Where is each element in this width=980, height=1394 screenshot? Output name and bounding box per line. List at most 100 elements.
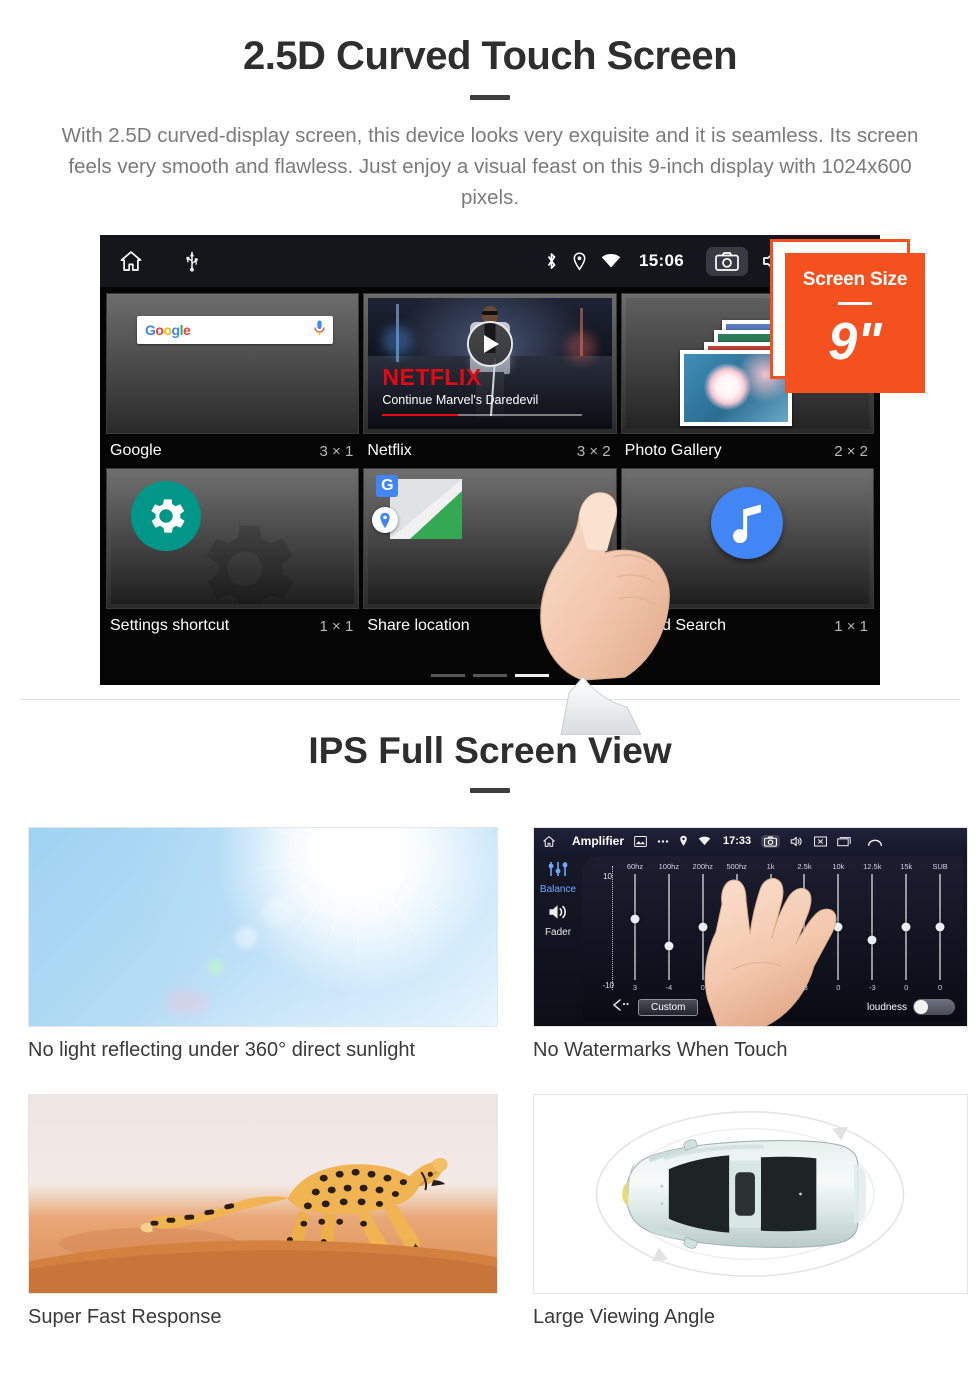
section-ips-full-screen-view: IPS Full Screen View No light reflecting… xyxy=(0,700,980,1329)
location-icon[interactable] xyxy=(679,835,688,847)
feature-caption: No Watermarks When Touch xyxy=(533,1039,788,1061)
amplifier-ui: Amplifier 17:33 Balance Fader 10 -10 60h… xyxy=(534,828,967,1026)
widget-row-2: Settings shortcut 1 × 1 G Share location… xyxy=(106,468,874,643)
recents-icon[interactable] xyxy=(837,836,852,847)
widget-size: 1 × 1 xyxy=(834,617,868,635)
touching-hand-illustration xyxy=(702,874,852,1026)
map-card-icon xyxy=(390,479,463,539)
widget-row-1: Google Google 3 × 1 NETFLIX Continue Mar… xyxy=(106,293,874,468)
badge-label: Screen Size xyxy=(802,269,908,290)
widget-google-preview[interactable]: Google xyxy=(106,293,360,434)
feature-caption: No light reflecting under 360° direct su… xyxy=(28,1039,416,1061)
eq-band-value: 0 xyxy=(938,983,943,992)
sound-search-artwork xyxy=(625,473,869,604)
sliders-icon xyxy=(548,862,568,876)
camera-icon[interactable] xyxy=(761,834,781,848)
eq-band-value: -4 xyxy=(665,983,673,992)
eq-band-track[interactable] xyxy=(901,874,911,980)
page-indicator[interactable] xyxy=(100,674,880,677)
widget-netflix-preview[interactable]: NETFLIX Continue Marvel's Daredevil xyxy=(363,293,617,434)
usb-icon[interactable] xyxy=(184,250,200,272)
eq-band-name: 2.5k xyxy=(797,862,812,871)
location-icon[interactable] xyxy=(572,251,587,271)
eq-band[interactable]: 60hz 3 xyxy=(618,862,652,992)
camera-icon[interactable] xyxy=(706,246,748,276)
widget-name: Google xyxy=(110,442,162,459)
widget-share-location[interactable]: G Share location 1 × 1 xyxy=(363,468,617,643)
equalizer-scale: 10 -10 xyxy=(588,864,618,992)
amplifier-title: Amplifier xyxy=(572,834,625,848)
section-description: With 2.5D curved-display screen, this de… xyxy=(61,124,919,209)
wifi-icon[interactable] xyxy=(698,836,711,846)
eq-band-name: 15k xyxy=(900,862,913,871)
music-note-icon[interactable] xyxy=(711,487,784,559)
widget-google[interactable]: Google Google 3 × 1 xyxy=(106,293,360,468)
page-dot-1[interactable] xyxy=(431,674,465,677)
search-input[interactable]: Google xyxy=(137,316,333,344)
widget-label-row: Photo Gallery 2 × 2 xyxy=(621,434,874,468)
page-dot-3[interactable] xyxy=(515,674,549,677)
home-icon[interactable] xyxy=(542,835,556,848)
widget-size: 3 × 2 xyxy=(576,442,611,460)
volume-icon[interactable] xyxy=(790,836,804,847)
badge-divider xyxy=(838,302,872,305)
top-down-car-diagram xyxy=(533,1094,968,1294)
feature-card-no-watermarks: Amplifier 17:33 Balance Fader 10 -10 60h… xyxy=(533,827,968,1062)
status-bar: 15:06 xyxy=(100,235,880,287)
eq-band-value: 3 xyxy=(632,983,638,992)
feature-caption: Super Fast Response xyxy=(28,1306,222,1328)
android-head-unit-screen: 15:06 Google Google 3 × 1 NETFLIX Contin… xyxy=(100,235,880,685)
loudness-toggle[interactable] xyxy=(913,999,955,1015)
widget-sound-search-preview[interactable] xyxy=(620,468,874,609)
widget-settings-shortcut[interactable]: Settings shortcut 1 × 1 xyxy=(106,468,360,643)
back-icon[interactable] xyxy=(866,836,884,847)
amplifier-clock: 17:33 xyxy=(723,835,752,847)
sky-gradient xyxy=(29,828,497,1026)
sidebar-item-fader[interactable]: Fader xyxy=(534,903,582,938)
page-dot-2[interactable] xyxy=(473,674,507,677)
eq-band-value: -3 xyxy=(868,983,876,992)
eq-band-name: 10k xyxy=(832,862,845,871)
car-illustration xyxy=(595,1111,905,1277)
product-page: 2.5D Curved Touch Screen With 2.5D curve… xyxy=(0,0,980,1394)
back-arrow-icon[interactable] xyxy=(612,998,630,1016)
eq-band[interactable]: SUB 0 xyxy=(923,862,957,992)
home-icon[interactable] xyxy=(118,249,144,273)
gear-icon[interactable] xyxy=(131,481,201,551)
close-icon[interactable] xyxy=(814,835,828,847)
widget-size: 3 × 1 xyxy=(319,442,354,460)
image-icon[interactable] xyxy=(634,835,647,847)
loudness-control[interactable]: loudness xyxy=(867,999,955,1015)
preset-button[interactable]: Custom xyxy=(638,998,699,1016)
bluetooth-icon[interactable] xyxy=(545,251,558,271)
widget-share-location-preview[interactable]: G xyxy=(363,468,617,609)
lens-flare xyxy=(234,927,257,949)
eq-band-track[interactable] xyxy=(935,874,945,980)
widget-label-row: Share location 1 × 1 xyxy=(363,609,616,643)
widget-settings-preview[interactable] xyxy=(106,468,360,609)
eq-band-track[interactable] xyxy=(630,874,640,980)
eq-band[interactable]: 15k 0 xyxy=(889,862,923,992)
sidebar-item-balance[interactable]: Balance xyxy=(534,860,582,895)
widget-size: 1 × 1 xyxy=(576,617,611,635)
eq-band[interactable]: 100hz -4 xyxy=(652,862,686,992)
widget-name: Share location xyxy=(367,617,470,634)
netflix-brand: NETFLIX xyxy=(382,364,482,390)
eq-band-track[interactable] xyxy=(664,874,674,980)
widget-sound-search[interactable]: Sound Search 1 × 1 xyxy=(620,468,874,643)
screen-size-badge: Screen Size 9" xyxy=(785,253,925,393)
widget-netflix[interactable]: NETFLIX Continue Marvel's Daredevil Netf… xyxy=(363,293,617,468)
eq-band-track[interactable] xyxy=(867,874,877,980)
feature-caption: Large Viewing Angle xyxy=(533,1306,715,1328)
lens-flare xyxy=(206,958,223,975)
netflix-subtitle: Continue Marvel's Daredevil xyxy=(382,393,539,407)
mic-icon[interactable] xyxy=(314,320,325,341)
dots-icon[interactable] xyxy=(657,839,669,844)
eq-band[interactable]: 12.5k -3 xyxy=(855,862,889,992)
wifi-icon[interactable] xyxy=(601,253,621,269)
eq-band-name: 200hz xyxy=(692,862,713,871)
amplifier-status-bar: Amplifier 17:33 xyxy=(534,828,967,854)
widget-name: Settings shortcut xyxy=(110,617,230,634)
play-icon[interactable] xyxy=(466,321,513,367)
sidebar-label-balance: Balance xyxy=(539,884,577,895)
